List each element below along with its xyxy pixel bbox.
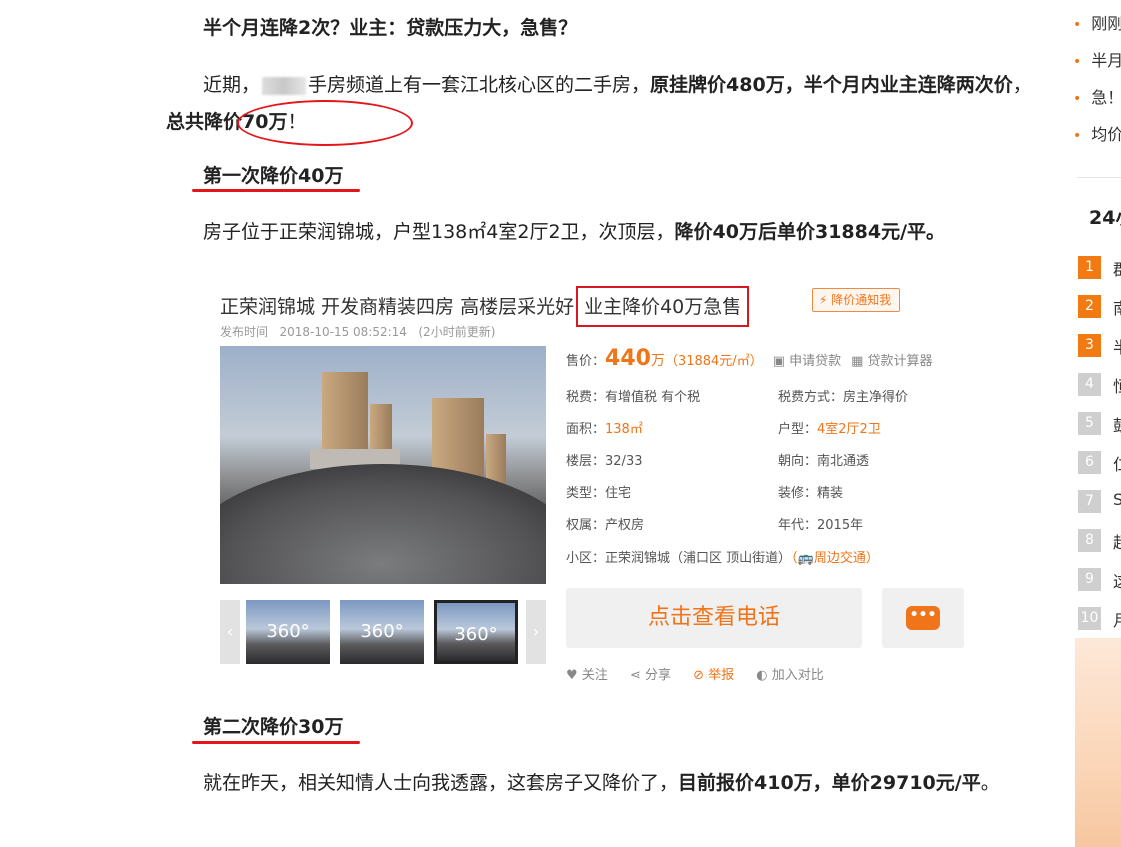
- para1-comma: ，: [1012, 74, 1032, 96]
- chat-button[interactable]: •••: [882, 588, 964, 648]
- rank-item[interactable]: S: [1113, 490, 1121, 509]
- thumbnail-strip: ‹ 360° 360° 360° ›: [220, 600, 546, 664]
- rank-item[interactable]: 超: [1113, 529, 1121, 553]
- report-button[interactable]: ⊘ 举报: [693, 668, 734, 683]
- meta-label: 发布时间: [220, 325, 269, 339]
- price-value: 440: [605, 346, 651, 371]
- price-unit: 万: [650, 353, 665, 369]
- rank-item[interactable]: 恒: [1113, 373, 1121, 397]
- rank-item[interactable]: 这: [1113, 568, 1121, 592]
- meta-time: 2018-10-15 08:52:14: [279, 325, 407, 339]
- rank-badge: 8: [1078, 529, 1101, 552]
- rank-badge: 9: [1078, 568, 1101, 591]
- second-drop-underline: [192, 741, 360, 744]
- next-arrow-icon[interactable]: ›: [526, 600, 546, 664]
- paragraph-2: 房子位于正荣润锦城，户型138㎡4室2厅2卫，次顶层，降价40万后单价31884…: [166, 214, 1036, 251]
- rank-badge: 1: [1078, 256, 1101, 279]
- rank-badge: 3: [1078, 334, 1101, 357]
- thumbnail-3[interactable]: 360°: [434, 600, 518, 664]
- price-row: 售价：440万（31884元/㎡） ▣ 申请贷款 ▦ 贷款计算器: [566, 346, 933, 371]
- sidebar-news-item[interactable]: • 急！: [1073, 84, 1121, 108]
- paragraph-3: 就在昨天，相关知情人士向我透露，这套房子又降价了，目前报价410万，单价2971…: [166, 765, 1036, 802]
- para1-bold1: 原挂牌价480万，半个月内业主连降两次价: [650, 74, 1013, 96]
- rank-item[interactable]: 半: [1113, 334, 1121, 358]
- rank-item[interactable]: 鼓: [1113, 412, 1121, 436]
- para3-pre: 就在昨天，相关知情人士向我透露，这套房子又降价了，: [203, 772, 679, 794]
- para3-end: 。: [980, 772, 1000, 794]
- sidebar-ad-banner[interactable]: [1075, 638, 1121, 847]
- tax-row: 税费：有增值税 有个税: [566, 390, 701, 405]
- rank-item[interactable]: 仁: [1113, 451, 1121, 475]
- rank-badge: 7: [1078, 490, 1101, 513]
- thumbnail-1[interactable]: 360°: [246, 600, 330, 664]
- loan-calculator-link[interactable]: ▦ 贷款计算器: [851, 354, 932, 369]
- para3-bold: 目前报价410万，单价29710元/平: [678, 772, 981, 794]
- rank-badge: 2: [1078, 295, 1101, 318]
- para2-pre: 房子位于正荣润锦城，户型138㎡4室2厅2卫，次顶层，: [203, 221, 675, 243]
- nearby-traffic-link[interactable]: （🚌周边交通）: [791, 551, 879, 566]
- thumbnail-2[interactable]: 360°: [340, 600, 424, 664]
- listing-title: 正荣润锦城 开发商精装四房 高楼层采光好 业主降价40万急售: [220, 286, 750, 327]
- type-row: 类型：住宅: [566, 486, 632, 501]
- red-circle-annotation: [237, 100, 413, 146]
- rank-item[interactable]: 月: [1113, 607, 1121, 631]
- sidebar-news-item[interactable]: • 半月: [1073, 47, 1121, 71]
- prev-arrow-icon[interactable]: ‹: [220, 600, 240, 664]
- follow-button[interactable]: ♥ 关注: [566, 668, 608, 683]
- meta-update: (2小时前更新): [418, 325, 496, 339]
- listing-title-highlight: 业主降价40万急售: [576, 286, 750, 327]
- first-drop-underline: [192, 189, 360, 192]
- community-link[interactable]: 正荣润锦城（浦口区 顶山街道）: [605, 551, 791, 566]
- unit-price: （31884元/㎡）: [664, 354, 763, 369]
- blurred-site-name: [262, 76, 307, 95]
- price-label: 售价：: [566, 354, 606, 369]
- share-button[interactable]: ⋖ 分享: [630, 668, 671, 683]
- sidebar-rank-title: 24小: [1089, 207, 1121, 229]
- rank-badge: 10: [1078, 607, 1101, 630]
- ownership-row: 权属：产权房: [566, 518, 645, 533]
- listing-meta: 发布时间 2018-10-15 08:52:14 (2小时前更新): [220, 323, 495, 340]
- para1-mid: 手房频道上有一套江北核心区的二手房，: [308, 74, 651, 96]
- layout-row: 户型：4室2厅2卫: [778, 422, 881, 437]
- tax-method-row: 税费方式：房主净得价: [778, 390, 909, 405]
- rank-badge: 4: [1078, 373, 1101, 396]
- view-phone-button[interactable]: 点击查看电话: [566, 588, 862, 648]
- rank-item[interactable]: 南: [1113, 295, 1121, 319]
- area-row: 面积：138㎡: [566, 422, 643, 437]
- price-drop-notify-button[interactable]: ⚡ 降价通知我: [812, 288, 901, 312]
- intro-heading-text: 半个月连降2次？业主：贷款压力大，急售？: [203, 17, 578, 39]
- floor-row: 楼层：32/33: [566, 454, 643, 469]
- listing-photo[interactable]: [220, 346, 546, 584]
- year-row: 年代：2015年: [778, 518, 864, 533]
- para2-bold: 降价40万后单价31884元/平。: [674, 221, 946, 243]
- sidebar-divider: [1077, 177, 1121, 178]
- decoration-row: 装修：精装: [778, 486, 844, 501]
- panorama-ground: [220, 464, 546, 584]
- right-sidebar: •刚刚 •半月 •急！ •均价 24小 1 郡 2 南 3 半 4 恒 5 鼓 …: [1073, 0, 1121, 847]
- rank-badge: 6: [1078, 451, 1101, 474]
- sidebar-news-item[interactable]: • 均价: [1073, 121, 1121, 145]
- rank-item[interactable]: 郡: [1113, 256, 1121, 280]
- listing-actions: ♥ 关注 ⋖ 分享 ⊘ 举报 ◐ 加入对比: [566, 664, 842, 683]
- compare-button[interactable]: ◐ 加入对比: [756, 668, 823, 683]
- orientation-row: 朝向：南北通透: [778, 454, 870, 469]
- listing-title-main: 正荣润锦城 开发商精装四房 高楼层采光好: [220, 296, 575, 318]
- community-row: 小区：正荣润锦城（浦口区 顶山街道）（🚌周边交通）: [566, 551, 879, 566]
- chat-icon: •••: [906, 606, 940, 630]
- rank-badge: 5: [1078, 412, 1101, 435]
- para1-pre: 近期，: [203, 74, 261, 96]
- intro-heading: 半个月连降2次？业主：贷款压力大，急售？: [166, 10, 1036, 47]
- sidebar-news-item[interactable]: • 刚刚: [1073, 10, 1121, 34]
- loan-apply-link[interactable]: ▣ 申请贷款: [773, 354, 841, 369]
- listing-screenshot: 正荣润锦城 开发商精装四房 高楼层采光好 业主降价40万急售 ⚡ 降价通知我 发布…: [220, 268, 970, 688]
